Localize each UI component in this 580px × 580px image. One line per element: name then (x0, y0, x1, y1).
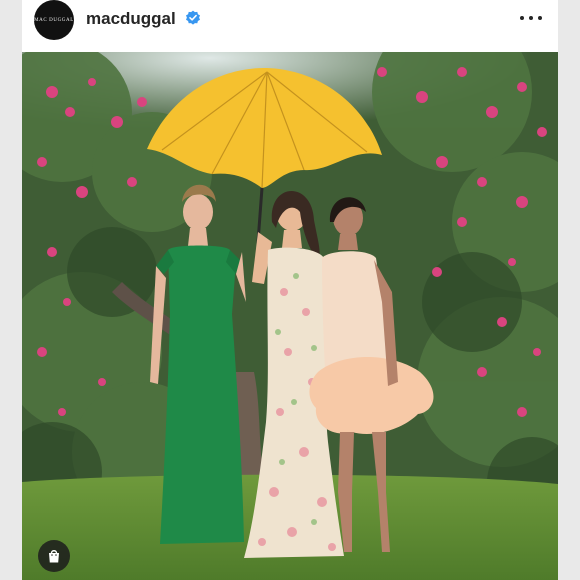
avatar-logo-text: MAC DUGGAL (34, 17, 74, 23)
more-options-icon[interactable] (520, 13, 542, 23)
post-header: MAC DUGGAL macduggal (22, 0, 558, 52)
shopping-bag-icon[interactable] (38, 540, 70, 572)
verified-badge-icon (186, 10, 200, 25)
post-photo[interactable] (22, 52, 558, 580)
profile-avatar[interactable]: MAC DUGGAL (34, 0, 74, 40)
instagram-post: MAC DUGGAL macduggal (22, 0, 558, 580)
photo-illustration (22, 52, 558, 580)
username-link[interactable]: macduggal (86, 9, 176, 29)
